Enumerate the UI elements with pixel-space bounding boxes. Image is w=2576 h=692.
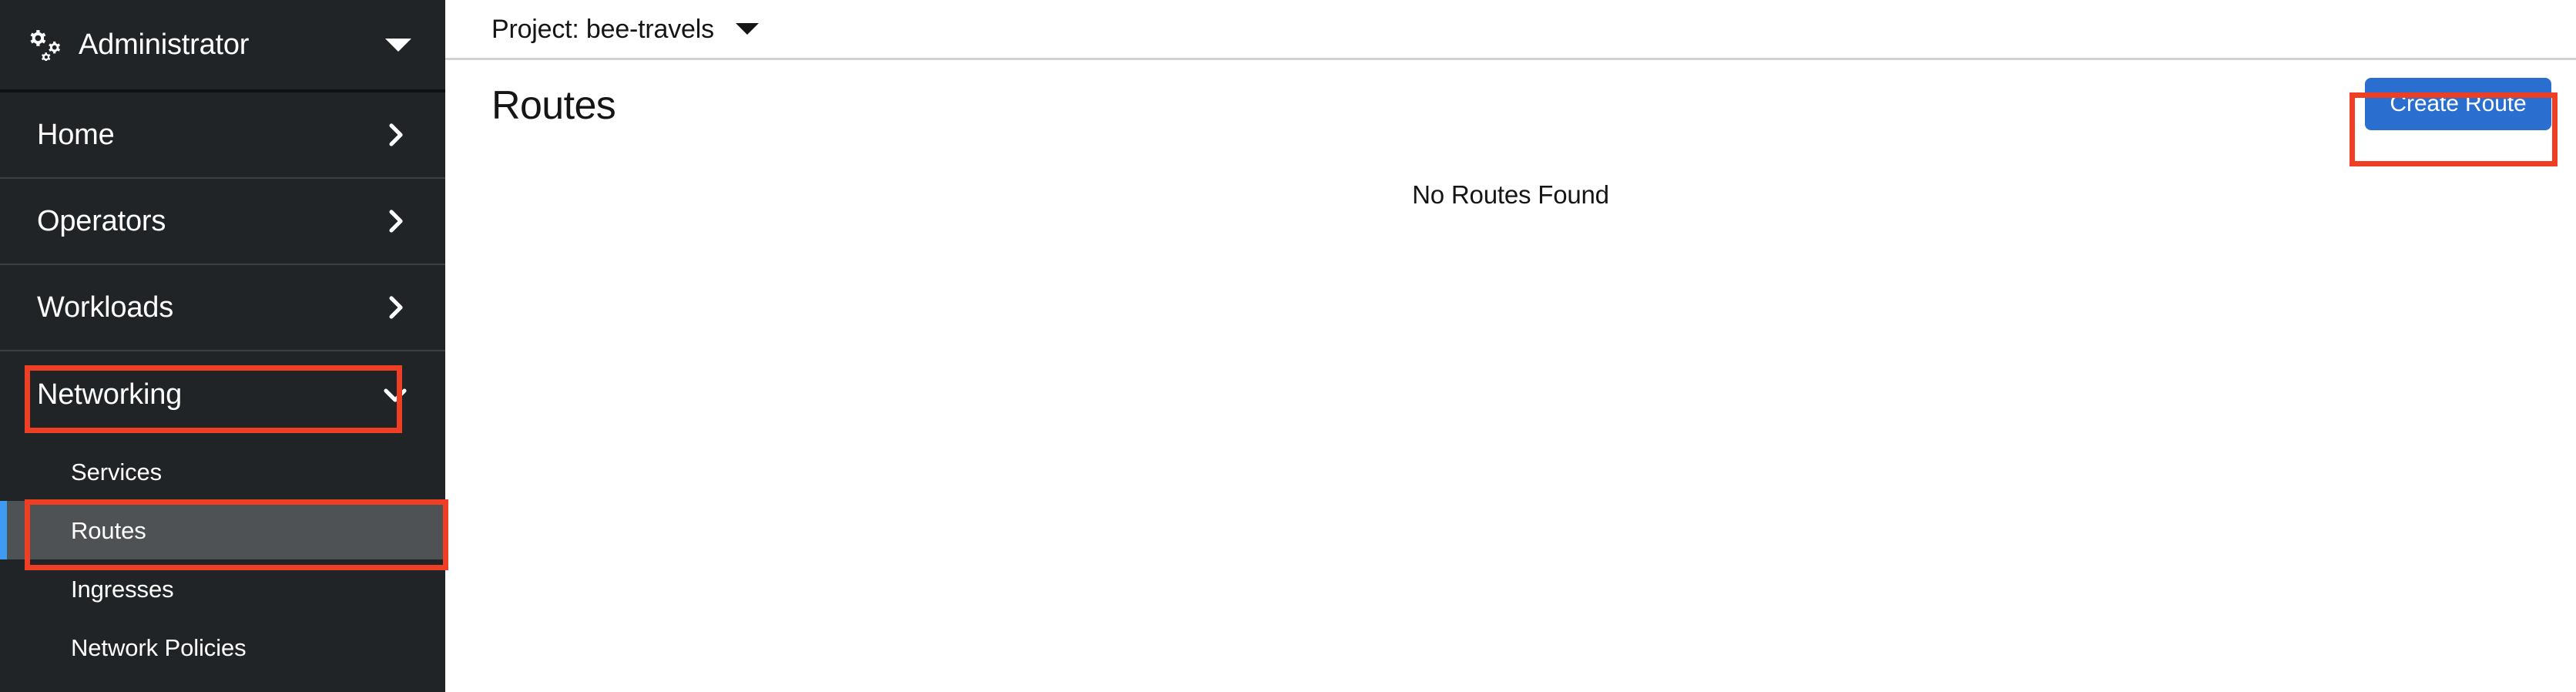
main-content: Project: bee-travels Routes Create Route… — [445, 0, 2576, 692]
sidebar-item-label: Operators — [37, 205, 166, 237]
cogs-icon — [30, 30, 61, 61]
sidebar-item-home[interactable]: Home — [0, 92, 445, 179]
page-header: Routes Create Route — [445, 60, 2576, 151]
networking-subnav: Services Routes Ingresses Network Polici… — [0, 438, 445, 677]
chevron-right-icon — [389, 296, 403, 319]
sidebar-item-services[interactable]: Services — [0, 442, 445, 501]
sidebar-subitem-label: Ingresses — [71, 575, 174, 603]
sidebar-item-ingresses[interactable]: Ingresses — [0, 559, 445, 618]
caret-down-icon — [735, 23, 759, 35]
chevron-down-icon — [384, 388, 407, 402]
project-selector[interactable]: Project: bee-travels — [491, 16, 759, 42]
sidebar-item-networking[interactable]: Networking — [0, 351, 445, 438]
perspective-switcher[interactable]: Administrator — [0, 0, 445, 92]
chevron-right-icon — [389, 210, 403, 233]
sidebar-subitem-label: Routes — [71, 516, 146, 544]
project-selector-label: Project: bee-travels — [491, 14, 714, 44]
chevron-right-icon — [389, 123, 403, 146]
sidebar-item-routes[interactable]: Routes — [0, 501, 445, 559]
page-title: Routes — [491, 83, 616, 128]
caret-down-icon — [385, 38, 411, 52]
sidebar-item-label: Networking — [37, 378, 183, 411]
nav-list: Home Operators Workloads Networking Serv… — [0, 92, 445, 677]
perspective-label: Administrator — [79, 29, 250, 61]
application-window: Administrator Home Operators Workloads N… — [0, 0, 2576, 692]
sidebar-item-operators[interactable]: Operators — [0, 179, 445, 265]
empty-state: No Routes Found — [445, 180, 2576, 210]
sidebar-item-label: Workloads — [37, 291, 174, 324]
sidebar-navigation: Administrator Home Operators Workloads N… — [0, 0, 445, 692]
project-toolbar: Project: bee-travels — [445, 0, 2576, 60]
sidebar-subitem-label: Services — [71, 458, 163, 485]
sidebar-subitem-label: Network Policies — [71, 633, 247, 661]
empty-state-message: No Routes Found — [1412, 180, 1609, 209]
sidebar-item-network-policies[interactable]: Network Policies — [0, 618, 445, 677]
create-route-button[interactable]: Create Route — [2365, 78, 2551, 130]
sidebar-item-workloads[interactable]: Workloads — [0, 265, 445, 351]
sidebar-item-label: Home — [37, 119, 115, 151]
